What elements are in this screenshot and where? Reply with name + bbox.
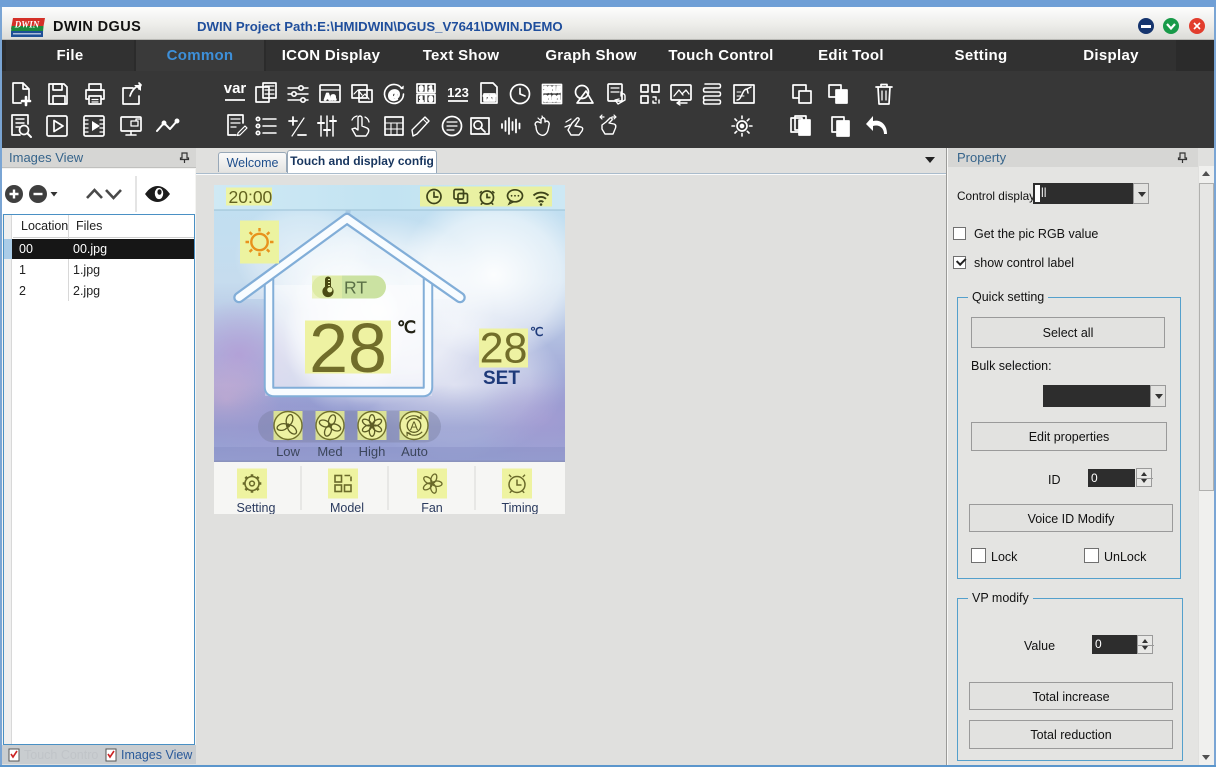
svg-text:20:00: 20:00	[229, 187, 273, 207]
svg-text:2015: 2015	[543, 86, 561, 95]
svg-text:0: 0	[429, 97, 433, 104]
svg-text:0101: 0101	[543, 95, 561, 104]
svg-text:28: 28	[480, 325, 528, 373]
svg-text:Auto: Auto	[401, 444, 428, 459]
svg-text:Low: Low	[276, 444, 300, 459]
svg-text:28: 28	[309, 309, 387, 387]
svg-text:1: 1	[419, 97, 423, 104]
svg-text:Fan: Fan	[421, 501, 443, 514]
svg-text:0: 0	[419, 86, 423, 93]
svg-text:DWIN: DWIN	[14, 20, 40, 30]
svg-text:Timing: Timing	[501, 501, 538, 514]
svg-text:RT: RT	[344, 278, 367, 298]
svg-text:Aa: Aa	[324, 92, 336, 102]
svg-text:123: 123	[447, 85, 469, 100]
svg-text:TXT: TXT	[483, 95, 495, 102]
svg-text:Model: Model	[330, 501, 364, 514]
svg-text:℃: ℃	[530, 325, 543, 339]
svg-text:℃: ℃	[397, 318, 416, 337]
svg-text:1: 1	[429, 86, 433, 93]
svg-text:Med: Med	[317, 444, 342, 459]
svg-text:Setting: Setting	[237, 501, 276, 514]
svg-text:@: @	[388, 88, 400, 102]
svg-text:A: A	[410, 419, 418, 433]
svg-text:High: High	[359, 444, 386, 459]
svg-text:SET: SET	[483, 368, 520, 389]
svg-text:var: var	[224, 80, 247, 97]
